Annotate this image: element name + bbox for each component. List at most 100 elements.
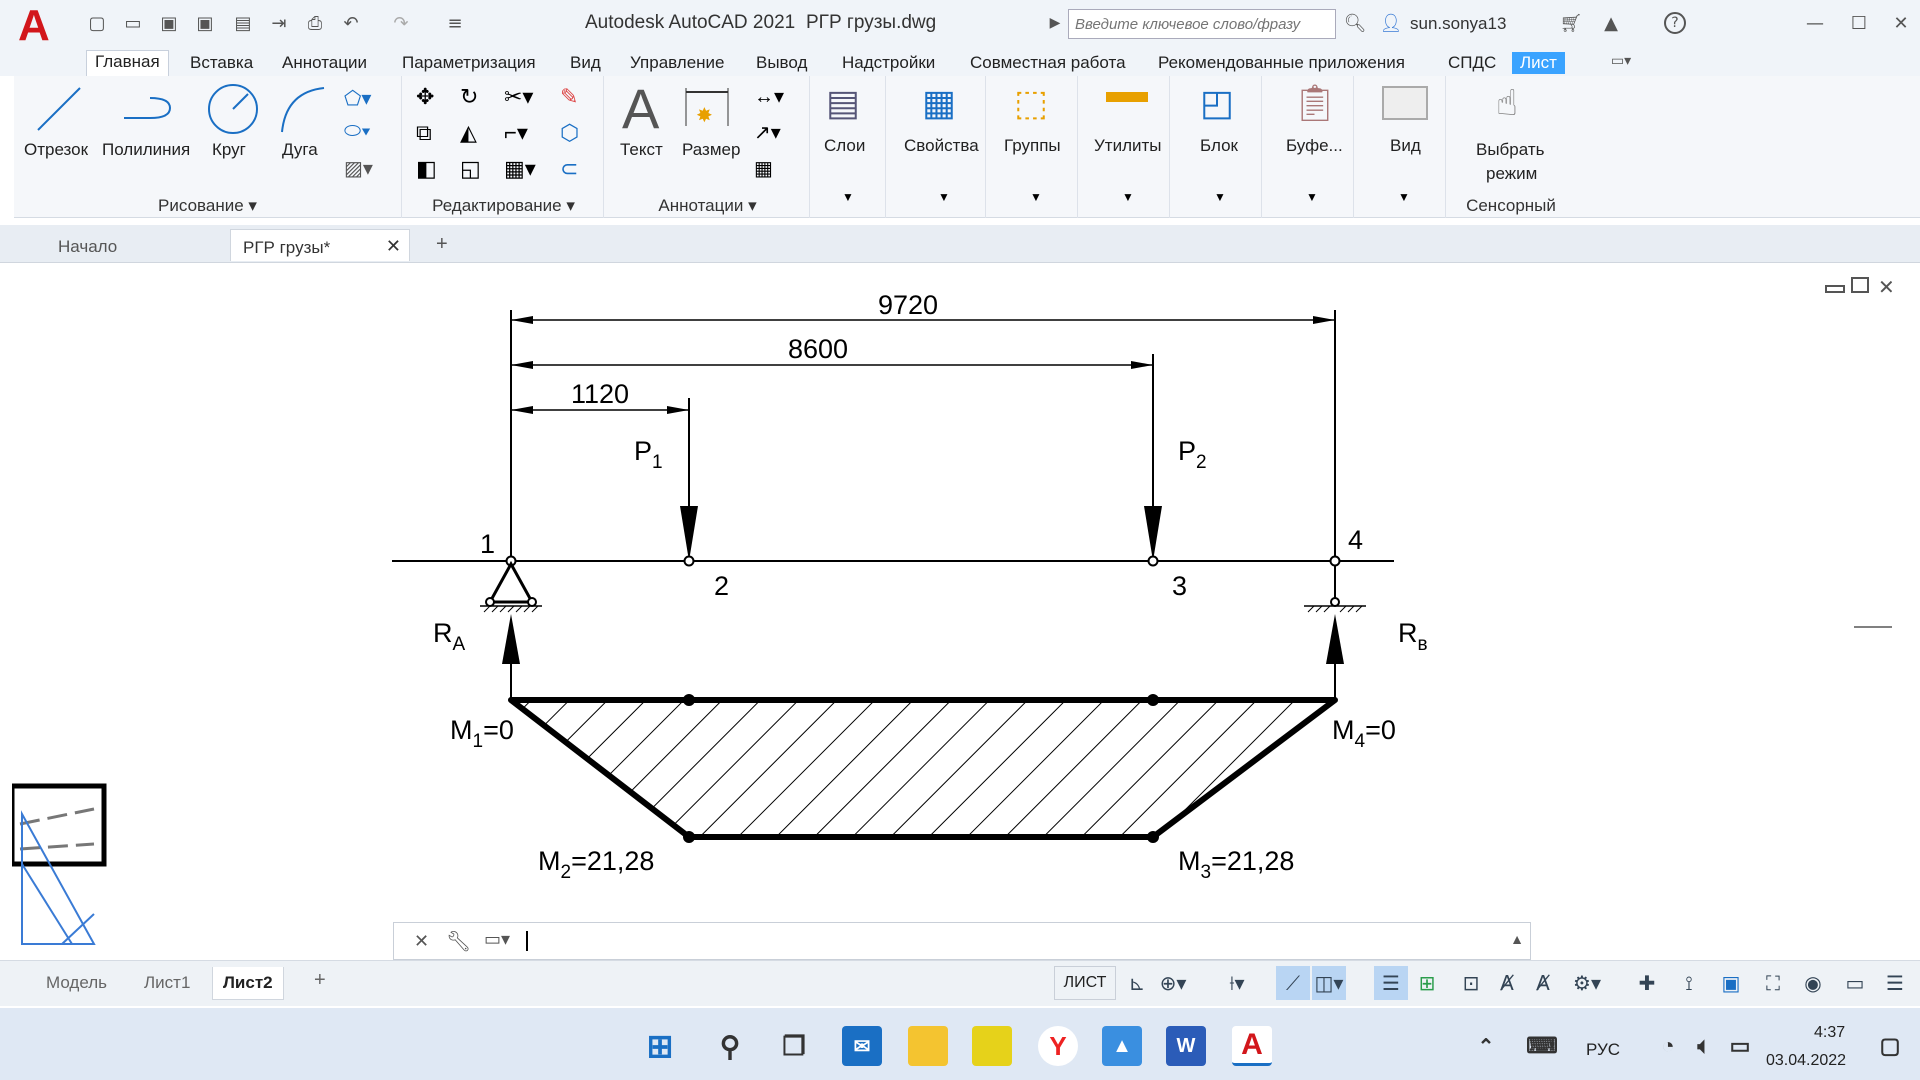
explorer-icon[interactable] bbox=[908, 1026, 948, 1066]
measure-icon[interactable] bbox=[1106, 92, 1148, 102]
panel-draw-title[interactable]: Рисование ▾ bbox=[14, 196, 401, 216]
battery-icon[interactable]: ▭ bbox=[1720, 1026, 1760, 1066]
selection-cycle-icon[interactable]: ⊡ bbox=[1454, 966, 1488, 1000]
chevron-down-icon[interactable]: ▼ bbox=[1398, 190, 1410, 204]
chevron-down-icon[interactable]: ▼ bbox=[842, 190, 854, 204]
sticky-notes-icon[interactable] bbox=[972, 1026, 1012, 1066]
layers-button[interactable]: Слои bbox=[824, 136, 865, 156]
layers-icon[interactable]: ▤ bbox=[826, 82, 860, 124]
tab-manage[interactable]: Управление bbox=[622, 52, 733, 74]
line-button[interactable]: Отрезок bbox=[24, 140, 88, 160]
workspace-gear-icon[interactable]: ⚙▾ bbox=[1570, 966, 1604, 1000]
leader-icon[interactable]: ↗▾ bbox=[754, 120, 781, 145]
annotation-scale-icon[interactable]: Ⱥ bbox=[1490, 966, 1524, 1000]
autocad-icon[interactable]: A bbox=[1232, 1026, 1272, 1066]
table-icon[interactable]: ▦ bbox=[754, 156, 773, 181]
arc-button[interactable]: Дуга bbox=[282, 140, 318, 160]
ellipse-icon[interactable]: ⬭▾ bbox=[344, 120, 371, 143]
ortho-icon[interactable]: ⟊▾ bbox=[1220, 966, 1254, 1000]
rotate-icon[interactable]: ↻ bbox=[460, 84, 478, 110]
help-icon[interactable]: ? bbox=[1664, 12, 1686, 34]
chevron-down-icon[interactable]: ▼ bbox=[1306, 190, 1318, 204]
wrench-icon[interactable]: 🔧︎ bbox=[446, 929, 471, 954]
dimension-button[interactable]: Размер bbox=[682, 140, 740, 160]
chevron-down-icon[interactable]: ▼ bbox=[1122, 190, 1134, 204]
word-icon[interactable]: W bbox=[1166, 1026, 1206, 1066]
layout-tab-model[interactable]: Модель bbox=[36, 967, 117, 999]
language-indicator[interactable]: РУС bbox=[1586, 1040, 1620, 1060]
mail-icon[interactable]: ✉ bbox=[842, 1026, 882, 1066]
save-icon[interactable]: ▣ bbox=[158, 12, 180, 34]
clock-time[interactable]: 4:37 bbox=[1814, 1024, 1845, 1042]
polar-icon[interactable]: ⟋ bbox=[1276, 966, 1310, 1000]
search-input[interactable] bbox=[1068, 9, 1336, 39]
linear-dim-icon[interactable]: ↔▾ bbox=[754, 84, 784, 109]
transparency-icon[interactable]: ⊞ bbox=[1410, 966, 1444, 1000]
layout-tab-sheet1[interactable]: Лист1 bbox=[134, 967, 200, 999]
utilities-button[interactable]: Утилиты bbox=[1094, 136, 1162, 156]
clock-date[interactable]: 03.04.2022 bbox=[1766, 1052, 1846, 1070]
tab-annotate[interactable]: Аннотации bbox=[274, 52, 375, 74]
panel-annotation-title[interactable]: Аннотации ▾ bbox=[606, 196, 809, 216]
drawing-canvas[interactable]: ✕ 9720 8600 1120 P1 P2 1 2 3 4 RA Rв M1=… bbox=[12, 264, 1892, 959]
dimension-icon[interactable]: ✸ bbox=[682, 86, 732, 132]
array-icon[interactable]: ▦▾ bbox=[504, 156, 536, 182]
chevron-down-icon[interactable]: ▼ bbox=[938, 190, 950, 204]
volume-icon[interactable]: 🔈︎ bbox=[1684, 1026, 1724, 1066]
command-prompt-icon[interactable]: ▭▾ bbox=[484, 929, 510, 950]
tab-insert[interactable]: Вставка bbox=[182, 52, 261, 74]
groups-button[interactable]: Группы bbox=[1004, 136, 1061, 156]
offset-icon[interactable]: ⊂ bbox=[560, 156, 578, 182]
maximize-icon[interactable]: ☐ bbox=[1848, 12, 1870, 34]
import-icon[interactable]: ⇥ bbox=[268, 12, 290, 34]
close-tab-icon[interactable]: ✕ bbox=[386, 236, 401, 257]
minimize-icon[interactable]: — bbox=[1804, 12, 1826, 34]
trim-icon[interactable]: ✂▾ bbox=[504, 84, 533, 110]
panel-modify-title[interactable]: Редактирование ▾ bbox=[404, 196, 603, 216]
layout-tab-sheet2[interactable]: Лист2 bbox=[212, 967, 284, 1000]
lock-ui-icon[interactable]: ⛶ bbox=[1756, 966, 1790, 1000]
redo-icon[interactable]: ↷ bbox=[390, 12, 412, 34]
explode-icon[interactable]: ⬡ bbox=[560, 120, 579, 146]
fillet-icon[interactable]: ⌐▾ bbox=[504, 120, 528, 146]
space-toggle[interactable]: ЛИСТ bbox=[1054, 966, 1116, 1000]
quick-properties-icon[interactable]: ▣ bbox=[1714, 966, 1748, 1000]
tab-output[interactable]: Вывод bbox=[748, 52, 815, 74]
polyline-icon[interactable] bbox=[120, 84, 180, 134]
osnap-icon[interactable]: ◫▾ bbox=[1312, 966, 1346, 1000]
doc-tab-start[interactable]: Начало bbox=[46, 229, 129, 261]
tab-addins[interactable]: Надстройки bbox=[834, 52, 943, 74]
tab-spds[interactable]: СПДС bbox=[1440, 52, 1504, 74]
chevron-right-icon[interactable]: ▶ bbox=[1044, 12, 1066, 34]
open-file-icon[interactable]: ▭ bbox=[122, 12, 144, 34]
stretch-icon[interactable]: ◧ bbox=[416, 156, 437, 182]
tab-view[interactable]: Вид bbox=[562, 52, 609, 74]
viewport-controls[interactable]: ✕ bbox=[1825, 277, 1892, 299]
history-icon[interactable]: ▲ bbox=[1510, 931, 1524, 947]
hatch-icon[interactable]: ▨▾ bbox=[344, 156, 373, 181]
text-button[interactable]: Текст bbox=[620, 140, 663, 160]
tab-parametric[interactable]: Параметризация bbox=[394, 52, 544, 74]
move-icon[interactable]: ✥ bbox=[416, 84, 434, 110]
groups-icon[interactable]: ⬚ bbox=[1014, 82, 1048, 124]
block-button[interactable]: Блок bbox=[1200, 136, 1238, 156]
print-icon[interactable]: ⎙ bbox=[304, 12, 326, 34]
text-icon[interactable]: A bbox=[622, 76, 659, 141]
keyboard-icon[interactable]: ⌨ bbox=[1522, 1026, 1562, 1066]
view-icon[interactable] bbox=[1382, 86, 1428, 120]
tab-sheet[interactable]: Лист bbox=[1512, 52, 1565, 74]
chevron-down-icon[interactable]: ▼ bbox=[1214, 190, 1226, 204]
erase-icon[interactable]: ✎ bbox=[560, 84, 578, 110]
yandex-browser-icon[interactable]: Y bbox=[1038, 1026, 1078, 1066]
clipboard-button[interactable]: Буфе... bbox=[1286, 136, 1343, 156]
mirror-icon[interactable]: ◭ bbox=[460, 120, 477, 146]
arc-icon[interactable] bbox=[276, 82, 330, 136]
polyline-button[interactable]: Полилиния bbox=[102, 140, 190, 160]
tab-featured-apps[interactable]: Рекомендованные приложения bbox=[1150, 52, 1413, 74]
polygon-icon[interactable]: ⬠▾ bbox=[344, 86, 371, 111]
new-file-icon[interactable]: ▢ bbox=[86, 12, 108, 34]
block-icon[interactable]: ◰ bbox=[1200, 82, 1234, 124]
chevron-down-icon[interactable]: ▼ bbox=[1030, 190, 1042, 204]
upload-icon[interactable]: ▤ bbox=[232, 12, 254, 34]
close-icon[interactable]: ✕ bbox=[1890, 12, 1912, 34]
